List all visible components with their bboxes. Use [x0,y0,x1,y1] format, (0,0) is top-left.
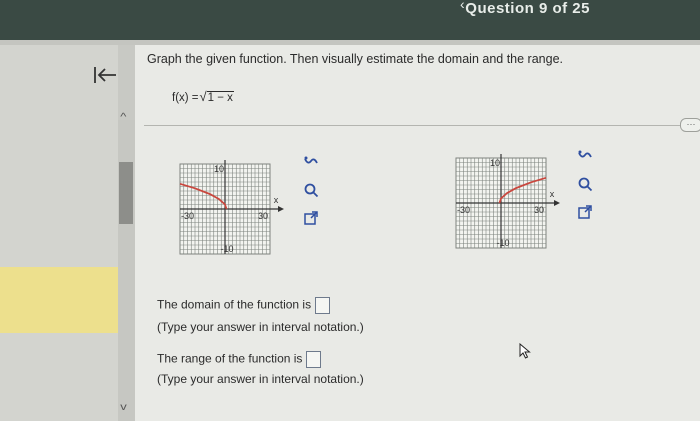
x-right-tick-label: 30 [534,205,544,215]
external-link-icon[interactable] [302,209,320,227]
graph-option-b[interactable]: 10 -10 -30 30 x [452,152,570,254]
function-expression: f(x) = √ 1 − x [172,89,234,104]
y-bottom-tick-label: -10 [220,244,233,254]
domain-label: The domain of the function is [157,297,312,312]
y-top-tick-label: 10 [490,158,500,168]
zoom-icon[interactable] [302,181,320,199]
range-prompt: The range of the function is [157,351,322,368]
y-top-tick-label: 10 [214,164,224,174]
back-to-start-button[interactable] [88,62,122,88]
range-label: The range of the function is [157,351,303,366]
link-icon[interactable] [302,153,320,171]
side-panel-top [118,45,135,120]
range-hint: (Type your answer in interval notation.) [157,372,364,386]
link-icon[interactable] [576,147,594,165]
graph-option-a[interactable]: 10 -10 -30 30 x [176,158,294,260]
more-options-icon[interactable]: ⋯ [680,118,700,132]
back-to-start-icon [94,67,116,83]
function-prefix: f(x) = [172,92,199,104]
x-right-tick-label: 30 [258,211,268,221]
header-chevron-icon[interactable]: ‹ [460,0,465,12]
window-header: ‹ Question 9 of 25 [0,0,700,40]
x-left-tick-label: -30 [457,205,470,215]
mouse-cursor-icon [519,342,531,364]
side-scrollbar-thumb[interactable] [119,162,133,224]
x-axis-arrow [554,200,560,206]
domain-hint: (Type your answer in interval notation.) [157,320,364,334]
left-margin [0,45,120,421]
x-axis-label: x [550,189,555,199]
question-prompt: Graph the given function. Then visually … [147,52,563,66]
domain-answer-input[interactable] [315,297,331,314]
zoom-icon[interactable] [576,175,594,193]
graph-a-tools [302,153,320,227]
external-link-icon[interactable] [576,203,594,221]
graph-b-tools [576,147,594,221]
x-axis-label: x [274,195,279,205]
section-divider [144,125,700,126]
sticky-note [0,267,124,333]
sqrt-icon: √ [199,89,207,104]
x-axis-arrow [278,206,284,212]
range-answer-input[interactable] [306,351,322,368]
domain-prompt: The domain of the function is [157,297,331,314]
y-bottom-tick-label: -10 [496,238,509,248]
x-left-tick-label: -30 [181,211,194,221]
scroll-down-icon[interactable]: v [120,402,127,413]
function-radicand: 1 − x [206,91,234,104]
scroll-up-icon[interactable]: ^ [120,112,126,123]
question-counter: Question 9 of 25 [465,0,590,17]
